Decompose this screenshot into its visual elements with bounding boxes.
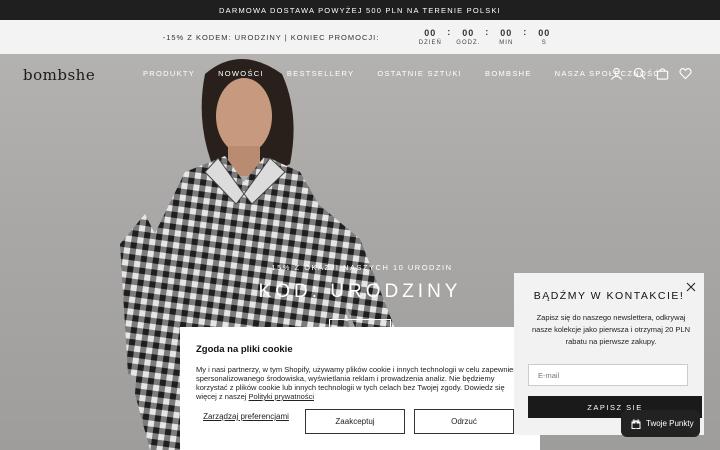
main-nav: PRODUKTY NOWOŚCI BESTSELLERY OSTATNIE SZ… [143, 69, 683, 78]
countdown-value: 00 [424, 28, 437, 38]
email-field[interactable] [528, 364, 688, 386]
nav-item-bombshe[interactable]: BOMBSHE [485, 69, 532, 78]
privacy-policy-link[interactable]: Polityki prywatności [249, 392, 314, 401]
heart-icon[interactable] [679, 67, 692, 80]
countdown-label: DZIEŃ [418, 40, 442, 46]
countdown-label: S [541, 40, 547, 46]
nav-item-last-items[interactable]: OSTATNIE SZTUKI [377, 69, 462, 78]
cookie-body: My i nasi partnerzy, w tym Shopify, używ… [196, 365, 524, 401]
countdown-hours: 00 GODZ. [455, 28, 481, 46]
cookie-consent-dialog: Zgoda na pliki cookie My i nasi partnerz… [180, 327, 540, 450]
promo-text: -15% Z KODEM: URODZINY | KONIEC PROMOCJI… [162, 32, 380, 42]
countdown-value: 00 [538, 28, 551, 38]
rewards-label: Twoje Punkty [646, 419, 694, 428]
accept-cookies-button[interactable]: Zaakceptuj [305, 409, 405, 434]
site-header: bombshe PRODUKTY NOWOŚCI BESTSELLERY OST… [0, 54, 720, 94]
gift-icon [631, 419, 641, 429]
countdown-separator: : [447, 27, 452, 37]
decline-cookies-button[interactable]: Odrzuć [414, 409, 514, 434]
nav-item-new[interactable]: NOWOŚCI [218, 69, 264, 78]
countdown-days: 00 DZIEŃ [417, 28, 443, 46]
header-icons [610, 67, 692, 80]
countdown-label: GODZ. [456, 40, 481, 46]
announcement-text: DARMOWA DOSTAWA POWYŻEJ 500 PLN NA TEREN… [219, 5, 501, 15]
countdown: 00 DZIEŃ : 00 GODZ. : 00 MIN : 00 S [417, 27, 557, 46]
bag-icon[interactable] [656, 67, 669, 80]
promo-bar: -15% Z KODEM: URODZINY | KONIEC PROMOCJI… [0, 20, 720, 54]
cookie-text: My i nasi partnerzy, w tym Shopify, używ… [196, 365, 524, 401]
countdown-value: 00 [462, 28, 475, 38]
rewards-launcher[interactable]: Twoje Punkty [621, 410, 700, 437]
newsletter-text: Zapisz się do naszego newslettera, odkry… [532, 313, 690, 346]
manage-preferences-link[interactable]: Zarządzaj preferencjami [196, 412, 296, 421]
countdown-seconds: 00 S [531, 28, 557, 46]
nav-item-bestsellers[interactable]: BESTSELLERY [287, 69, 355, 78]
countdown-separator: : [485, 27, 490, 37]
countdown-label: MIN [499, 40, 514, 46]
countdown-separator: : [523, 27, 528, 37]
hero-subtitle: -15% Z OKAZJI NASZYCH 10 URODZIN [267, 263, 453, 272]
account-icon[interactable] [610, 67, 623, 80]
cookie-actions: Zarządzaj preferencjami Zaakceptuj Odrzu… [196, 409, 524, 434]
announcement-bar: DARMOWA DOSTAWA POWYŻEJ 500 PLN NA TEREN… [0, 0, 720, 20]
search-icon[interactable] [633, 67, 646, 80]
brand-logo[interactable]: bombshe [23, 66, 95, 84]
countdown-minutes: 00 MIN [493, 28, 519, 46]
countdown-value: 00 [500, 28, 513, 38]
newsletter-title: BĄDŹMY W KONTAKCIE! [533, 290, 685, 302]
cookie-title: Zgoda na pliki cookie [196, 344, 293, 355]
nav-item-products[interactable]: PRODUKTY [143, 69, 195, 78]
